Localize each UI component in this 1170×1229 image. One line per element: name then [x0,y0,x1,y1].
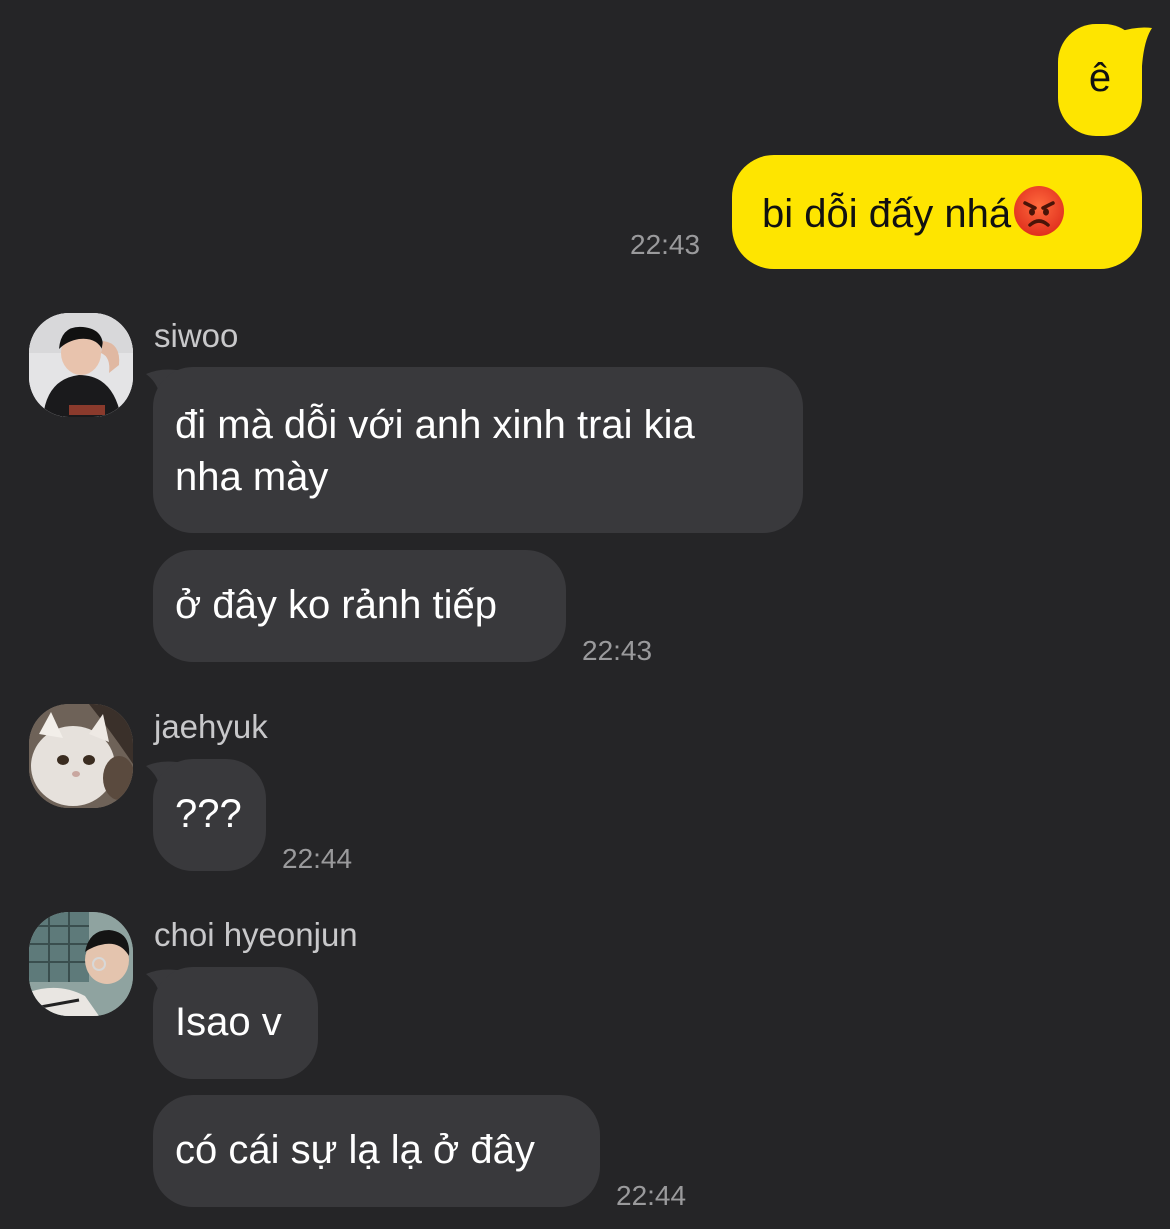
person-photo-icon [29,313,133,417]
timestamp: 22:44 [282,843,353,874]
avatar-choi-hyeonjun[interactable] [29,912,133,1016]
timestamp: 22:43 [630,229,701,260]
incoming-message[interactable]: ??? [153,759,266,871]
message-text: ê [1088,56,1112,100]
bubble-tail [1118,27,1152,66]
angry-face-icon [1014,186,1065,236]
timestamp: 22:43 [582,635,653,666]
timestamp: 22:44 [616,1180,687,1211]
incoming-message[interactable]: ở đây ko rảnh tiếp [153,550,566,662]
incoming-message[interactable]: đi mà dỗi với anh xinh trai kia nha mày [153,367,803,533]
message-text: ở đây ko rảnh tiếp [175,583,497,627]
incoming-message[interactable]: Isao v [153,967,318,1079]
cat-photo-icon [29,704,133,808]
avatar-siwoo[interactable] [29,313,133,417]
avatar-jaehyuk[interactable] [29,704,133,808]
person-photo-icon [29,912,133,1016]
outgoing-message[interactable]: bi dỗi đấy nhá [732,155,1142,269]
message-text: có cái sự lạ lạ ở đây [175,1128,535,1172]
message-text: bi dỗi đấy nhá [762,192,1012,236]
message-text-line: nha mày [175,455,329,499]
sender-name: siwoo [154,317,239,354]
message-text-line: đi mà dỗi với anh xinh trai kia [175,403,695,447]
sender-name: choi hyeonjun [154,916,358,953]
message-text: Isao v [175,1000,282,1044]
message-text: ??? [175,792,242,836]
sender-name: jaehyuk [154,708,268,745]
incoming-message[interactable]: có cái sự lạ lạ ở đây [153,1095,600,1207]
